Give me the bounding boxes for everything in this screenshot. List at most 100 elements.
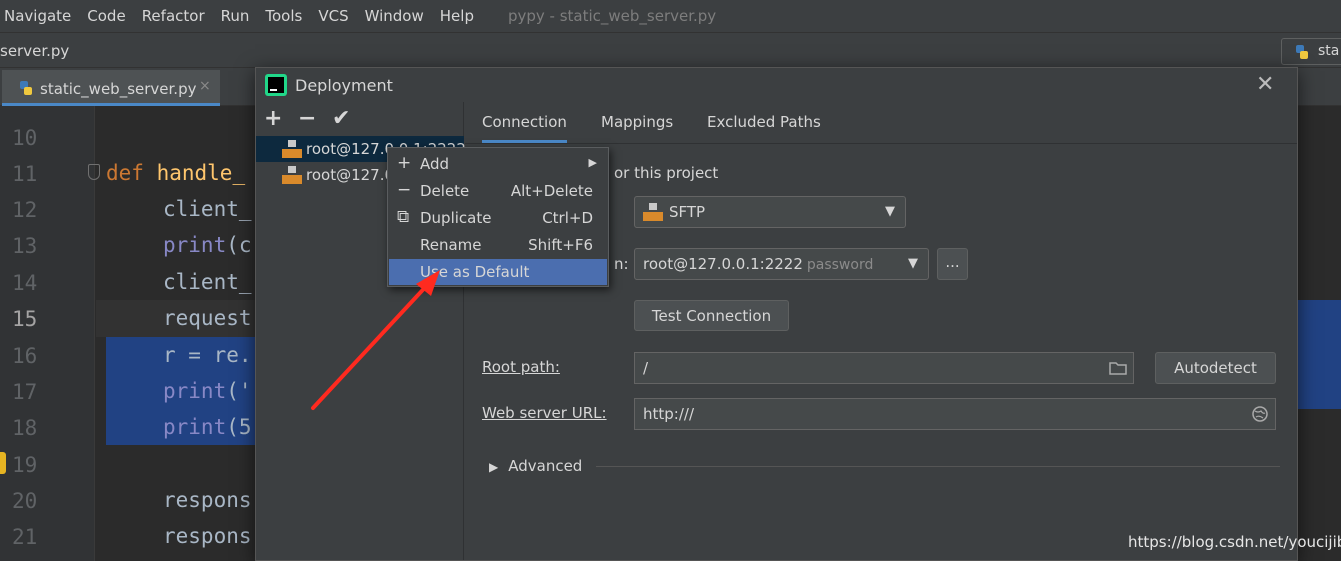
line-number-gutter: 10 11 12 13 14 15 16 17 18 19 20 21 [0,106,95,561]
web-server-url-label: Web server URL: [482,404,607,422]
menu-item-shortcut: Ctrl+D [542,209,593,227]
close-dialog-icon[interactable]: ✕ [1256,72,1274,97]
annotation-arrow [311,270,440,410]
test-connection-button[interactable]: Test Connection [634,300,789,331]
code-text: (c [226,233,252,257]
run-configuration-selector[interactable]: sta [1281,38,1341,65]
menu-item-rename[interactable]: Rename Shift+F6 [389,232,607,258]
code-line-17: print(' [163,379,252,403]
code-builtin: print [163,233,227,257]
menu-refactor[interactable]: Refactor [142,7,205,25]
line-number: 16 [12,344,38,368]
dialog-tab-bar: Connection Mappings Excluded Paths [465,102,1297,144]
python-icon [1296,45,1308,59]
line-number: 12 [12,198,38,222]
navigation-bar: server.py sta [0,32,1341,68]
dialog-title: Deployment [295,76,393,95]
connection-type-combo[interactable]: SFTP ▼ [634,196,906,228]
add-server-button[interactable]: + [264,106,282,131]
selection-right-edge [1298,300,1341,409]
close-tab-icon[interactable]: × [199,78,211,94]
menu-run[interactable]: Run [221,7,250,25]
menu-item-add[interactable]: + Add ▶ [389,151,607,177]
ssh-configuration-hint: password [806,257,874,273]
code-text: (' [226,379,252,403]
warning-marker-icon [0,452,6,474]
submenu-arrow-icon: ▶ [588,156,597,169]
code-line-15: request [163,306,252,330]
menu-window[interactable]: Window [365,7,424,25]
pycharm-logo-icon [265,74,287,96]
menu-vcs[interactable]: VCS [318,7,348,25]
line-number: 20 [12,489,38,513]
chevron-down-icon: ▼ [885,204,895,219]
code-line-18: print(5 [163,415,252,439]
python-file-icon [20,81,32,95]
globe-icon[interactable] [1251,405,1269,423]
menu-item-label: Duplicate [420,209,492,227]
plus-icon: + [397,153,412,173]
code-function-name: handle_ [156,161,246,185]
ssh-configuration-combo[interactable]: root@127.0.0.1:2222 password ▼ [634,248,929,280]
folder-icon[interactable] [1109,359,1127,377]
watermark-text: https://blog.csdn.net/youcijibi [1128,533,1341,551]
sftp-icon [643,203,663,221]
code-line-16: r = re. [163,343,252,367]
tab-connection[interactable]: Connection [482,113,567,143]
code-text: (5 [226,415,252,439]
advanced-divider [596,466,1280,467]
code-line-20: respons [163,488,252,512]
code-builtin: print [163,379,227,403]
root-path-value: / [643,359,649,377]
code-line-14: client_ [163,270,252,294]
copy-icon: ⧉ [397,207,410,227]
code-builtin: print [163,415,227,439]
menu-item-delete[interactable]: − Delete Alt+Delete [389,178,607,204]
code-line-11: def handle_ [106,161,245,185]
chevron-down-icon: ▼ [908,256,918,271]
line-number-current: 15 [12,307,38,331]
line-number: 17 [12,380,38,404]
menu-item-label: Add [420,155,450,173]
ssh-configuration-label: n: [614,255,629,273]
line-number: 11 [12,162,38,186]
menu-item-label: Rename [420,236,482,254]
menu-help[interactable]: Help [440,7,474,25]
code-line-13: print(c [163,233,252,257]
web-server-url-field[interactable]: http:/// [634,398,1276,430]
menu-tools[interactable]: Tools [265,7,302,25]
editor-tab-label: static_web_server.py [40,80,197,98]
browse-ssh-config-button[interactable]: ... [937,248,968,280]
code-line-12: client_ [163,197,252,221]
root-path-field[interactable]: / [634,352,1134,384]
sftp-icon [282,166,302,184]
visible-for-project-label: or this project [614,164,719,182]
menu-navigate[interactable]: Navigate [4,7,71,25]
line-number: 13 [12,234,38,258]
apply-button[interactable]: ✔ [332,106,350,131]
remove-server-button[interactable]: − [298,106,316,131]
line-number: 14 [12,271,38,295]
breadcrumb-file[interactable]: server.py [0,42,69,60]
run-configuration-label: sta [1318,43,1340,59]
menu-code[interactable]: Code [87,7,125,25]
menu-item-duplicate[interactable]: ⧉ Duplicate Ctrl+D [389,205,607,231]
menu-item-shortcut: Shift+F6 [528,236,593,254]
web-server-url-value: http:/// [643,405,695,423]
tab-excluded-paths[interactable]: Excluded Paths [707,113,821,131]
menu-item-shortcut: Alt+Delete [510,182,593,200]
fold-marker-icon[interactable] [88,164,100,180]
dialog-title-bar: Deployment ✕ [256,68,1297,102]
code-keyword: def [106,161,144,185]
minus-icon: − [397,180,412,200]
tab-mappings[interactable]: Mappings [601,113,673,131]
advanced-section-toggle[interactable]: ▶ Advanced [489,457,582,475]
line-number: 21 [12,525,38,549]
line-number: 10 [12,126,38,150]
sftp-icon [282,140,302,158]
window-title: pypy - static_web_server.py [507,7,717,25]
code-line-21: respons [163,524,252,548]
line-number: 19 [12,453,38,477]
editor-tab-static-web-server[interactable]: static_web_server.py × [2,70,220,106]
autodetect-button[interactable]: Autodetect [1155,352,1276,384]
